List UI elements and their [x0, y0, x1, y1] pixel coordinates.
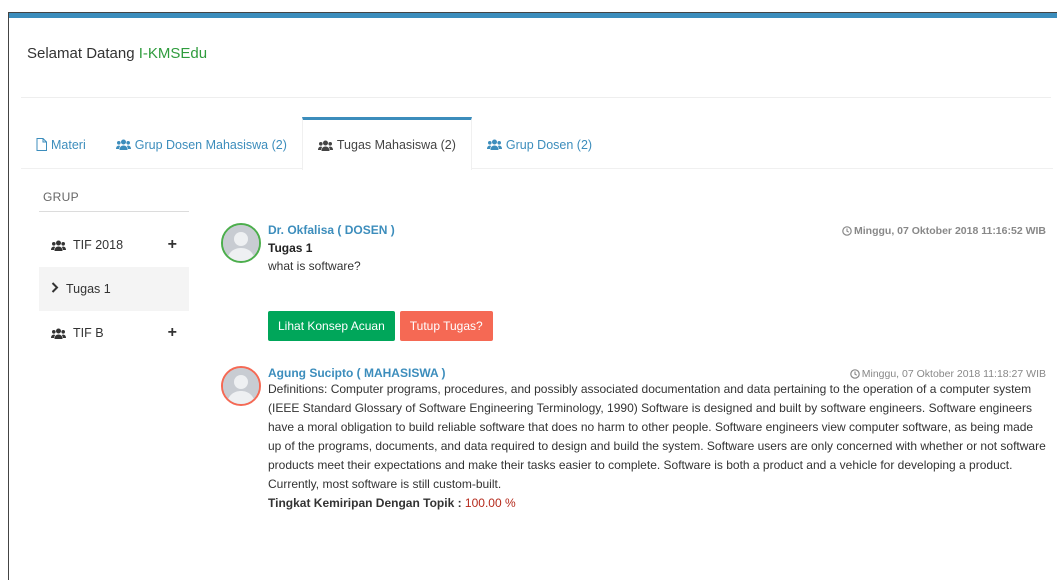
avatar [221, 366, 261, 406]
users-icon [317, 140, 333, 151]
post-content: Agung Sucipto ( MAHASISWA ) Minggu, 07 O… [268, 366, 1046, 510]
close-assignment-button[interactable]: Tutup Tugas? [399, 311, 493, 341]
tab-bar: Materi Grup Dosen Mahasiswa (2) Tugas Ma… [21, 117, 1053, 170]
similarity-value: 100.00 % [464, 496, 516, 510]
tab-label: Materi [51, 137, 86, 152]
timestamp-text: Minggu, 07 Oktober 2018 11:18:27 WIB [861, 368, 1046, 380]
post-title: Tugas 1 [268, 241, 313, 255]
post-content: Dr. Okfalisa ( DOSEN ) Minggu, 07 Oktobe… [268, 223, 1046, 276]
similarity-score: Tingkat Kemiripan Dengan Topik : 100.00 … [268, 496, 1046, 510]
page-title: Selamat Datang I-KMSEdu [27, 45, 207, 62]
tab-label: Grup Dosen Mahasiswa (2) [134, 137, 287, 152]
sidebar-item-tugas-1[interactable]: Tugas 1 [39, 267, 189, 311]
add-icon[interactable]: + [168, 324, 177, 342]
tab-materi[interactable]: Materi [21, 117, 101, 169]
post-author[interactable]: Dr. Okfalisa ( DOSEN ) [268, 223, 395, 237]
sidebar-item-label: TIF B [73, 326, 104, 340]
post-item: Dr. Okfalisa ( DOSEN ) Minggu, 07 Oktobe… [221, 223, 1046, 348]
post-timestamp: Minggu, 07 Oktober 2018 11:16:52 WIB [842, 225, 1046, 237]
view-reference-concept-button[interactable]: Lihat Konsep Acuan [268, 311, 395, 341]
users-icon [51, 240, 66, 251]
post-timestamp: Minggu, 07 Oktober 2018 11:18:27 WIB [849, 368, 1046, 380]
sidebar-divider [39, 211, 189, 212]
header-divider [21, 97, 1051, 98]
users-icon [486, 139, 502, 150]
users-icon [115, 139, 131, 150]
tab-tugas-mahasiswa[interactable]: Tugas Mahasiswa (2) [301, 117, 472, 170]
tab-label: Grup Dosen (2) [505, 137, 593, 152]
sidebar-title: GRUP [43, 190, 79, 204]
app-frame: Selamat Datang I-KMSEdu Materi Grup Dose… [8, 12, 1057, 580]
clock-icon [842, 226, 852, 236]
post-item: Agung Sucipto ( MAHASISWA ) Minggu, 07 O… [221, 366, 1046, 536]
avatar [221, 223, 261, 263]
top-accent-bar [9, 13, 1057, 18]
brand-name: I-KMSEdu [138, 45, 208, 62]
timestamp-text: Minggu, 07 Oktober 2018 11:16:52 WIB [854, 225, 1046, 237]
post-author[interactable]: Agung Sucipto ( MAHASISWA ) [268, 366, 446, 380]
sidebar-item-tif-2018[interactable]: TIF 2018 + [39, 223, 189, 267]
post-actions: Lihat Konsep Acuan Tutup Tugas? [268, 311, 493, 341]
tab-grup-dosen[interactable]: Grup Dosen (2) [472, 117, 607, 169]
similarity-label: Tingkat Kemiripan Dengan Topik : [268, 496, 465, 510]
post-text: what is software? [268, 259, 361, 273]
tab-grup-dosen-mahasiswa[interactable]: Grup Dosen Mahasiswa (2) [101, 117, 302, 169]
sidebar-item-label: TIF 2018 [73, 238, 124, 252]
clock-icon [849, 369, 860, 379]
file-icon [36, 138, 47, 151]
sidebar-item-label: Tugas 1 [66, 282, 111, 296]
sidebar-item-tif-b[interactable]: TIF B + [39, 311, 189, 355]
add-icon[interactable]: + [168, 236, 177, 254]
chevron-right-icon [51, 282, 59, 296]
users-icon [51, 328, 66, 339]
welcome-text: Selamat Datang [27, 45, 139, 62]
tab-panel: Materi Grup Dosen Mahasiswa (2) Tugas Ma… [21, 117, 1053, 580]
group-sidebar: TIF 2018 + Tugas 1 TIF B + [39, 223, 189, 355]
tab-label: Tugas Mahasiswa (2) [336, 138, 456, 152]
post-text: Definitions: Computer programs, procedur… [268, 382, 1046, 491]
